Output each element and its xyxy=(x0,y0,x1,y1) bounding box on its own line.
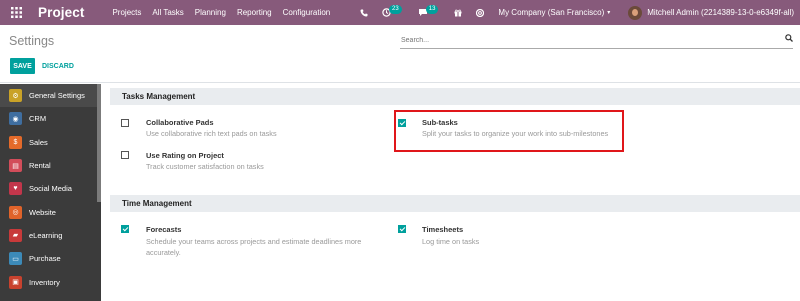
timesheets-desc: Log time on tasks xyxy=(422,237,480,246)
main-menu: Projects All Tasks Planning Reporting Co… xyxy=(112,8,341,17)
sidebar-item-label: Website xyxy=(29,207,56,217)
messages-icon[interactable]: 13 xyxy=(418,5,441,17)
company-switcher[interactable]: My Company (San Francisco) xyxy=(498,8,604,17)
gift-icon[interactable] xyxy=(454,9,462,17)
systray: 23 13 My Company (San Francisco) ▾ Mitch… xyxy=(360,0,800,25)
app-name[interactable]: Project xyxy=(38,5,84,20)
sidebar-item-sales[interactable]: $ Sales xyxy=(0,131,101,154)
section-title-time: Time Management xyxy=(110,195,800,212)
section-title-tasks: Tasks Management xyxy=(110,88,800,105)
activity-badge: 23 xyxy=(389,5,402,14)
forecasts-checkbox[interactable] xyxy=(121,225,129,233)
user-menu[interactable]: Mitchell Admin (2214389-13-0-e6349f-all) xyxy=(647,8,794,17)
settings-sidebar: ⚙ General Settings ◉ CRM $ Sales ▤ Renta… xyxy=(0,84,101,301)
elearning-icon: ▰ xyxy=(9,228,22,242)
sidebar-item-rental[interactable]: ▤ Rental xyxy=(0,154,101,177)
search-icon[interactable] xyxy=(785,34,793,44)
sidebar-item-inventory[interactable]: ▣ Inventory xyxy=(0,270,101,293)
support-icon[interactable] xyxy=(476,8,485,17)
sidebar-item-purchase[interactable]: ▭ Purchase xyxy=(0,247,101,270)
sidebar-item-elearning[interactable]: ▰ eLearning xyxy=(0,224,101,247)
timesheets-checkbox[interactable] xyxy=(398,225,406,233)
sidebar-item-label: Inventory xyxy=(29,277,60,287)
sidebar-item-label: CRM xyxy=(29,114,47,124)
menu-item-projects[interactable]: Projects xyxy=(112,8,141,17)
menu-item-configuration[interactable]: Configuration xyxy=(283,8,331,17)
sidebar-item-label: Purchase xyxy=(29,254,61,264)
social-icon: ♥ xyxy=(9,182,22,196)
sidebar-item-website[interactable]: ◎ Website xyxy=(0,200,101,223)
phone-icon[interactable] xyxy=(360,9,368,17)
gear-icon: ⚙ xyxy=(9,89,22,103)
company-caret-icon[interactable]: ▾ xyxy=(607,9,610,16)
sidebar-item-label: General Settings xyxy=(29,91,85,101)
inventory-icon: ▣ xyxy=(9,275,22,289)
control-panel: Settings SAVE DISCARD xyxy=(0,25,800,83)
crm-icon: ◉ xyxy=(9,112,22,126)
top-navbar: Project Projects All Tasks Planning Repo… xyxy=(0,0,800,25)
sidebar-item-social-media[interactable]: ♥ Social Media xyxy=(0,177,101,200)
sidebar-item-label: eLearning xyxy=(29,230,63,240)
purchase-icon: ▭ xyxy=(9,252,22,266)
menu-item-reporting[interactable]: Reporting xyxy=(237,8,272,17)
sidebar-item-crm[interactable]: ◉ CRM xyxy=(0,107,101,130)
timesheets-title: Timesheets xyxy=(422,225,464,234)
apps-menu-icon[interactable] xyxy=(0,0,32,25)
rating-title: Use Rating on Project xyxy=(146,151,224,160)
collaborative-pads-desc: Use collaborative rich text pads on task… xyxy=(146,129,277,138)
sidebar-item-label: Rental xyxy=(29,161,51,171)
rental-icon: ▤ xyxy=(9,159,22,173)
search-bar xyxy=(400,33,793,49)
avatar[interactable] xyxy=(628,5,643,20)
sales-icon: $ xyxy=(9,135,22,149)
save-button[interactable]: SAVE xyxy=(10,58,35,74)
menu-item-planning[interactable]: Planning xyxy=(195,8,226,17)
rating-desc: Track customer satisfaction on tasks xyxy=(146,162,264,171)
website-icon: ◎ xyxy=(9,205,22,219)
menu-item-all-tasks[interactable]: All Tasks xyxy=(152,8,183,17)
collaborative-pads-checkbox[interactable] xyxy=(121,119,129,127)
discard-button[interactable]: DISCARD xyxy=(42,58,74,74)
search-input[interactable] xyxy=(400,33,770,47)
rating-checkbox[interactable] xyxy=(121,151,129,159)
sidebar-item-general-settings[interactable]: ⚙ General Settings xyxy=(0,84,101,108)
collaborative-pads-title: Collaborative Pads xyxy=(146,118,214,127)
sidebar-scrollbar[interactable] xyxy=(97,84,101,202)
forecasts-desc: Schedule your teams across projects and … xyxy=(146,237,362,257)
forecasts-title: Forecasts xyxy=(146,225,182,234)
page-title: Settings xyxy=(9,34,55,48)
sidebar-item-label: Social Media xyxy=(29,184,72,194)
sidebar-item-label: Sales xyxy=(29,137,48,147)
activity-clock-icon[interactable]: 23 xyxy=(382,5,404,17)
subtasks-highlight-box xyxy=(394,110,624,152)
messages-badge: 13 xyxy=(425,5,439,14)
